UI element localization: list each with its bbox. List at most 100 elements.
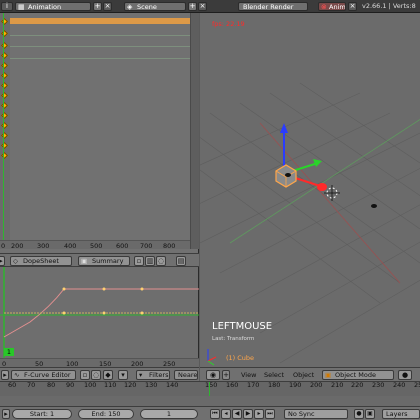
filter-icon: ▾ bbox=[139, 371, 143, 379]
timeline-tick: 60 bbox=[8, 381, 17, 389]
dopesheet-mode-selector[interactable]: ◇ DopeSheet bbox=[10, 256, 72, 266]
render-engine-selector[interactable]: Blender Render bbox=[238, 2, 308, 11]
filter-icon[interactable]: ▥ bbox=[145, 256, 155, 266]
ruler-tick: 700 bbox=[140, 242, 153, 250]
channel-row-line bbox=[10, 46, 190, 47]
x-manipulator-tip[interactable] bbox=[317, 183, 327, 191]
timeline-tick: 80 bbox=[47, 381, 56, 389]
timeline-tick: 180 bbox=[268, 381, 281, 389]
f-curve-canvas[interactable] bbox=[0, 267, 199, 358]
viewport-header: ◉ + View Select Object ▣ Object Mode ● bbox=[200, 367, 420, 381]
timeline[interactable]: 60 70 80 90 100 110 120 130 140 150 160 … bbox=[0, 381, 420, 406]
summary-row bbox=[0, 18, 190, 24]
version-stats: v2.66.1 | Verts:8 bbox=[362, 2, 416, 10]
curve-handle[interactable] bbox=[140, 287, 144, 291]
timeline-tick: 200 bbox=[310, 381, 323, 389]
timeline-track[interactable]: 60 70 80 90 100 110 120 130 140 150 160 … bbox=[0, 381, 420, 396]
timeline-tick: 90 bbox=[66, 381, 75, 389]
next-keyframe-icon[interactable]: ▸ bbox=[254, 409, 264, 419]
keyframe-column bbox=[0, 13, 10, 249]
close-layout-icon[interactable]: × bbox=[103, 2, 112, 11]
curve-handle[interactable] bbox=[140, 311, 144, 315]
only-selected-icon[interactable]: ▫ bbox=[80, 370, 90, 380]
summary-toggle[interactable]: ▣ Summary bbox=[78, 256, 130, 266]
start-frame-field[interactable]: Start: 1 bbox=[12, 409, 72, 419]
keying-set-icon[interactable]: ▣ bbox=[365, 409, 375, 419]
prev-keyframe-icon[interactable]: ◂ bbox=[221, 409, 231, 419]
frame-indicator[interactable] bbox=[3, 13, 4, 240]
ghost-icon[interactable]: ◌ bbox=[156, 256, 166, 266]
menu-object[interactable]: Object bbox=[293, 371, 314, 379]
blender-window: i ▦ Animation + × ◈ Scene + × Blender Rend… bbox=[0, 0, 420, 420]
dopesheet-scrollbar[interactable] bbox=[190, 13, 199, 249]
ghost-curves-icon[interactable]: ◌ bbox=[91, 370, 101, 380]
pivot-selector[interactable]: Neare bbox=[174, 370, 198, 380]
graph-frame-ruler[interactable]: 0 50 100 150 200 250 bbox=[0, 358, 199, 368]
layers-selector[interactable]: Layers bbox=[382, 409, 420, 419]
3d-viewport[interactable]: fps: 22.19 LEFTMOUSE Last: Transform (1)… bbox=[200, 13, 420, 367]
play-reverse-icon[interactable]: ◀ bbox=[232, 409, 242, 419]
anim-badge[interactable]: ⊗ Anim bbox=[318, 2, 346, 11]
timeline-header: ▸ Start: 1 End: 150 1 ⏮ ◂ ◀ ▶ ▸ ⏭ No Syn… bbox=[0, 406, 420, 420]
menu-view[interactable]: View bbox=[241, 371, 256, 379]
operator-display: LEFTMOUSE bbox=[212, 321, 273, 332]
curve-handle[interactable] bbox=[102, 287, 106, 291]
record-keyframe-icon[interactable]: ● bbox=[354, 409, 364, 419]
axis-gizmo bbox=[207, 349, 217, 366]
current-frame-field[interactable]: 1 bbox=[140, 409, 198, 419]
graph-mode-selector[interactable]: ∿ F-Curve Editor bbox=[11, 370, 76, 380]
object-mode-selector[interactable]: ▣ Object Mode bbox=[322, 370, 394, 380]
menu-collapse-icon[interactable]: + bbox=[222, 370, 230, 380]
editor-type-icon[interactable]: ◉ bbox=[206, 370, 220, 380]
fps-counter: fps: 22.19 bbox=[212, 20, 245, 28]
y-manipulator-tip[interactable] bbox=[313, 159, 322, 167]
timeline-tick: 170 bbox=[247, 381, 260, 389]
scene-selector[interactable]: ◈ Scene bbox=[124, 2, 186, 11]
keyframe-icon[interactable]: ◆ bbox=[103, 370, 113, 380]
timeline-tick: 120 bbox=[124, 381, 137, 389]
timeline-tick: 220 bbox=[351, 381, 364, 389]
menu-select[interactable]: Select bbox=[264, 371, 284, 379]
play-icon[interactable]: ▶ bbox=[243, 409, 253, 419]
sync-mode-selector[interactable]: No Sync bbox=[284, 409, 348, 419]
timeline-playhead[interactable] bbox=[209, 382, 210, 396]
editor-type-icon[interactable]: ▸ bbox=[0, 256, 5, 266]
dopesheet-editor[interactable]: 0 200 300 400 500 600 700 800 bbox=[0, 13, 199, 258]
only-selected-icon[interactable]: ▫ bbox=[134, 256, 144, 266]
curve-handle[interactable] bbox=[102, 311, 106, 315]
dopesheet-header: ▸ ◇ DopeSheet ▣ Summary ▫ ▥ ◌ ▤ bbox=[0, 253, 199, 267]
timeline-tick: 110 bbox=[104, 381, 117, 389]
jump-end-icon[interactable]: ⏭ bbox=[265, 409, 275, 419]
add-scene-button[interactable]: + bbox=[188, 2, 197, 11]
timeline-tick: 130 bbox=[145, 381, 158, 389]
filters-button[interactable]: ▾ Filters bbox=[136, 370, 170, 380]
ruler-tick: 800 bbox=[163, 242, 176, 250]
z-manipulator-tip[interactable] bbox=[280, 123, 288, 133]
timeline-tick: 210 bbox=[331, 381, 344, 389]
dopesheet-icon: ◇ bbox=[13, 257, 18, 265]
lamp-marker bbox=[285, 173, 291, 177]
editor-type-icon[interactable]: i bbox=[1, 2, 13, 11]
graph-editor[interactable]: 1 0 50 100 150 200 250 bbox=[0, 267, 199, 368]
current-frame-badge: 1 bbox=[4, 348, 14, 356]
close-scene-icon[interactable]: × bbox=[198, 2, 207, 11]
end-frame-field[interactable]: End: 150 bbox=[78, 409, 134, 419]
view-icon[interactable]: ▤ bbox=[176, 256, 186, 266]
editor-type-icon[interactable]: ▸ bbox=[1, 370, 9, 380]
timeline-tick: 150 bbox=[205, 381, 218, 389]
viewport-shading-icon[interactable]: ● bbox=[398, 370, 412, 380]
channel-row-line bbox=[10, 58, 190, 59]
info-header: i ▦ Animation + × ◈ Scene + × Blender Rend… bbox=[0, 0, 420, 13]
add-layout-button[interactable]: + bbox=[93, 2, 102, 11]
curve-handle[interactable] bbox=[62, 311, 66, 315]
viewport-canvas[interactable] bbox=[200, 13, 420, 367]
camera-marker bbox=[371, 204, 377, 208]
keying-icon[interactable]: ▸ bbox=[2, 409, 10, 419]
jump-start-icon[interactable]: ⏮ bbox=[210, 409, 220, 419]
screen-layout-selector[interactable]: ▦ Animation bbox=[15, 2, 91, 11]
dopesheet-frame-ruler[interactable]: 0 200 300 400 500 600 700 800 bbox=[0, 240, 190, 250]
cancel-anim-icon[interactable]: × bbox=[348, 2, 357, 11]
checkbox-icon: ▣ bbox=[81, 257, 88, 265]
expand-icon[interactable]: ▾ bbox=[118, 370, 128, 380]
curve-handle[interactable] bbox=[62, 287, 66, 291]
